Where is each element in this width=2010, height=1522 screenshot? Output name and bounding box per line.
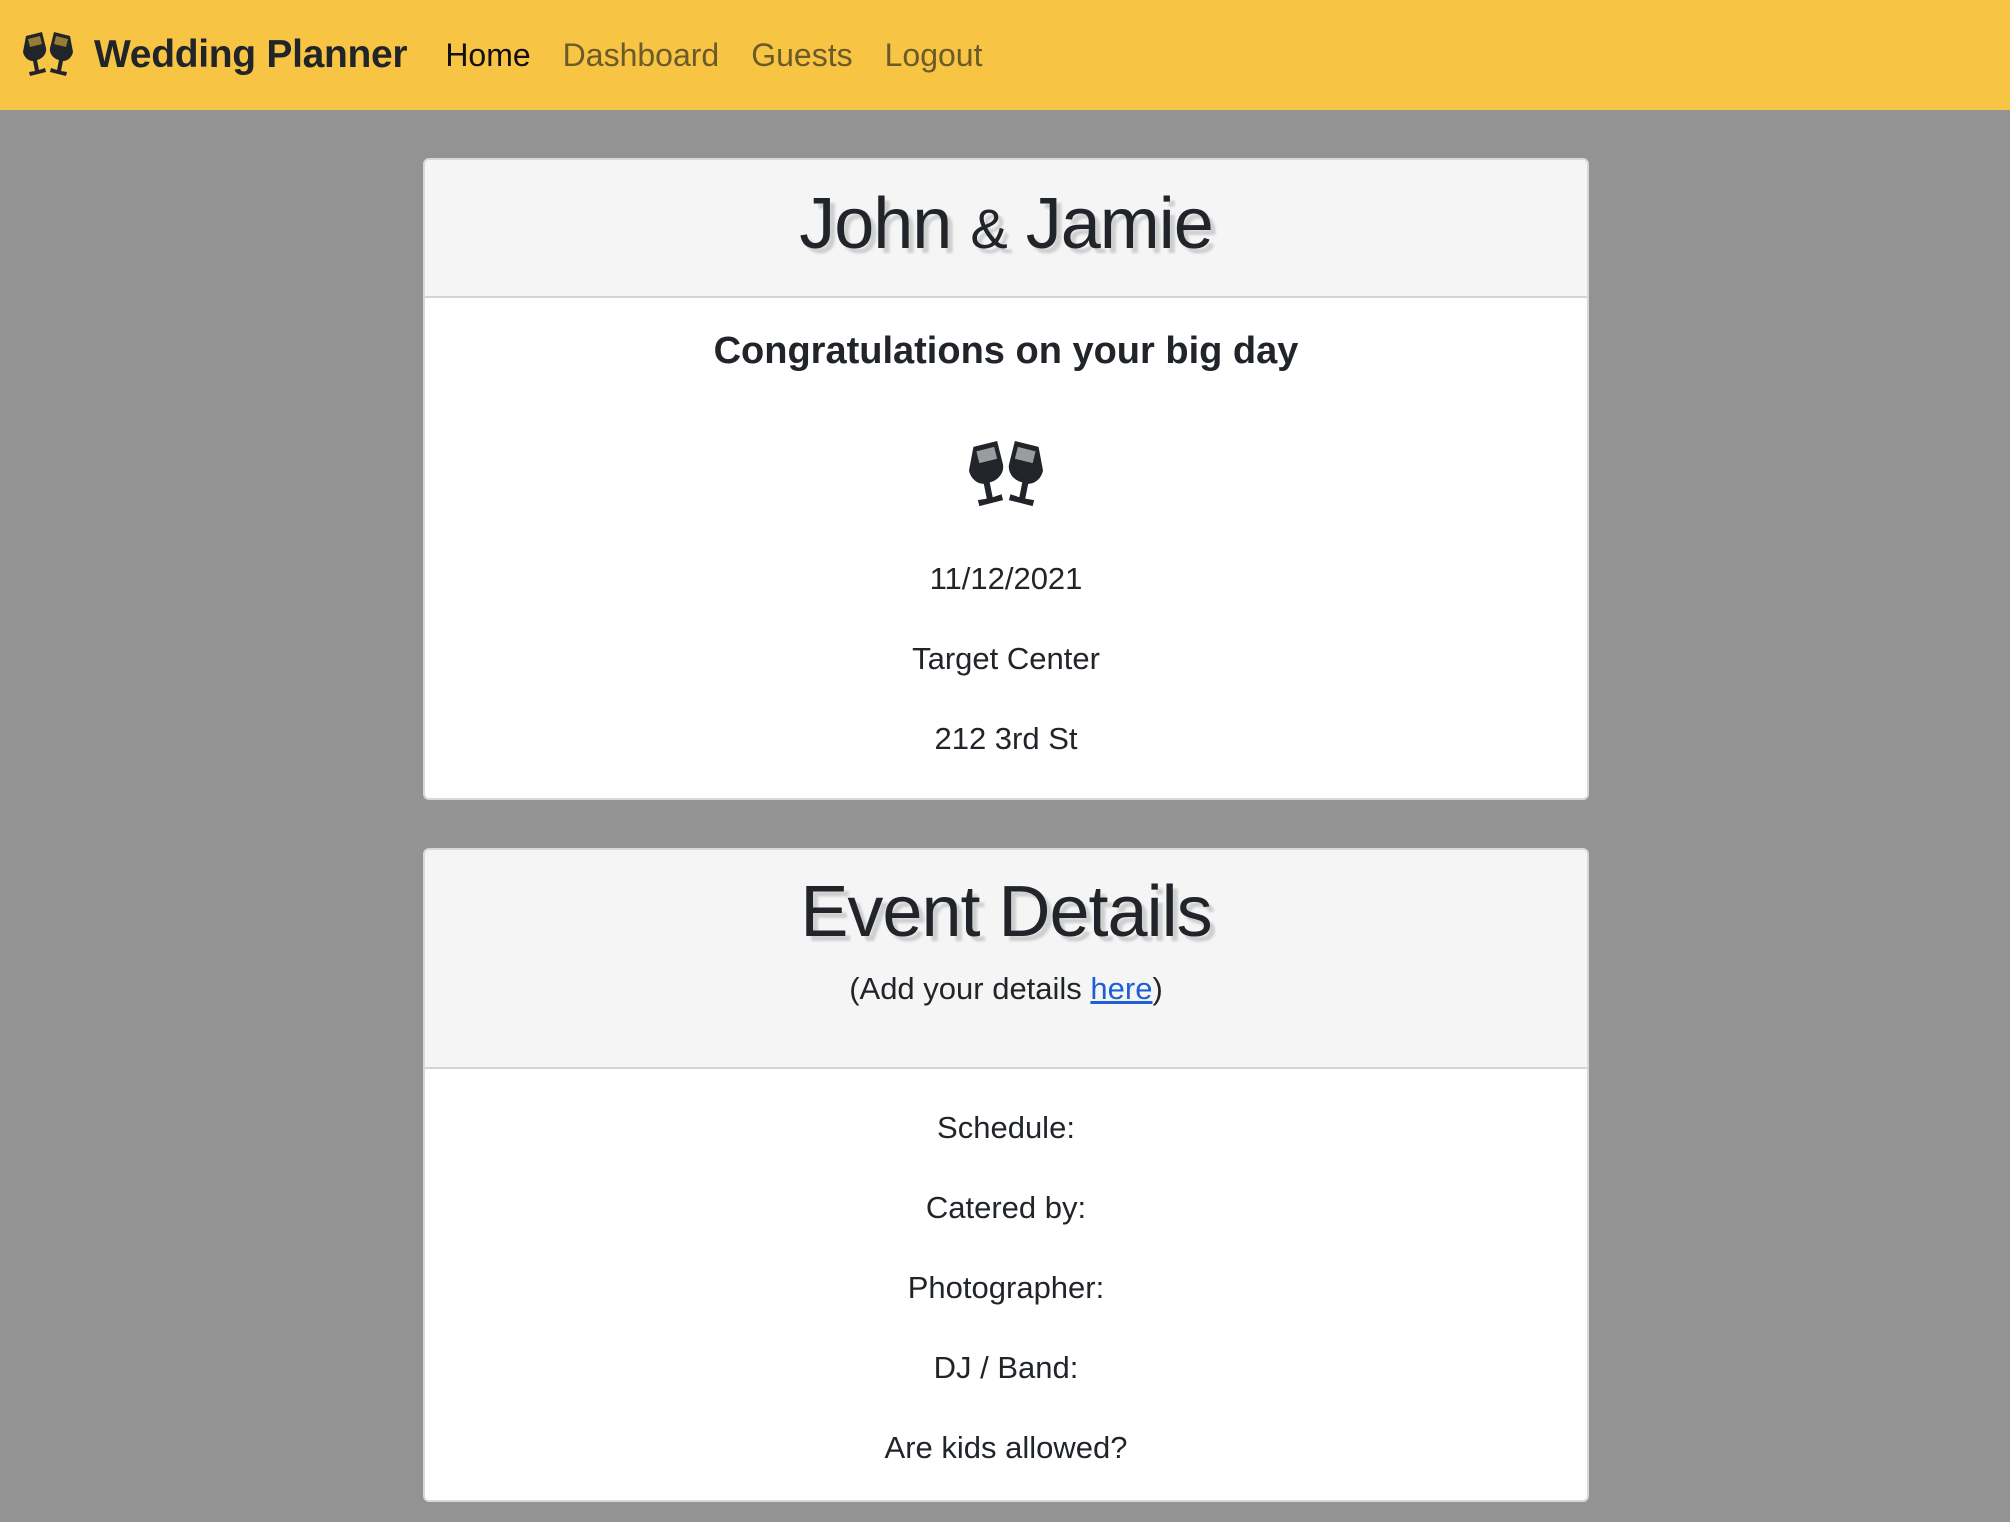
nav-home-link[interactable]: Home (445, 37, 530, 74)
partner-1-name: John (799, 184, 952, 264)
champagne-glasses-icon (969, 440, 1043, 507)
couple-names: John & Jamie (425, 188, 1587, 260)
greeting-text: Congratulations on your big day (713, 330, 1299, 372)
brand-title: Wedding Planner (94, 33, 408, 76)
couple-card: John & Jamie Congratulations on your big… (423, 158, 1589, 800)
add-details-prefix: (Add your details (849, 971, 1091, 1006)
dj-band-field: DJ / Band: (933, 1350, 1079, 1385)
partner-2-name: Jamie (1025, 184, 1214, 264)
caterer-field: Catered by: (925, 1190, 1087, 1225)
champagne-glasses-icon (23, 32, 73, 76)
brand-link[interactable]: Wedding Planner (20, 30, 408, 80)
nav-dashboard-link[interactable]: Dashboard (563, 37, 720, 74)
ampersand: & (970, 197, 1007, 260)
schedule-field: Schedule: (937, 1110, 1075, 1145)
event-details-header: Event Details (Add your details here) (425, 850, 1587, 1069)
nav-logout-link[interactable]: Logout (885, 37, 983, 74)
couple-card-header: John & Jamie (425, 160, 1587, 298)
add-details-suffix: ) (1152, 971, 1163, 1006)
venue-name: Target Center (912, 641, 1100, 676)
couple-card-body: Congratulations on your big day 11/12/20… (425, 298, 1587, 798)
add-details-link[interactable]: here (1090, 971, 1152, 1006)
add-details-text: (Add your details here) (425, 970, 1587, 1007)
nav-guests-link[interactable]: Guests (751, 37, 852, 74)
wedding-date: 11/12/2021 (929, 561, 1083, 596)
nav-menu: Home Dashboard Guests Logout (445, 37, 1014, 74)
kids-allowed-field: Are kids allowed? (884, 1430, 1128, 1465)
event-details-card: Event Details (Add your details here) Sc… (423, 848, 1589, 1502)
venue-address: 212 3rd St (934, 721, 1078, 756)
navbar: Wedding Planner Home Dashboard Guests Lo… (0, 0, 2010, 110)
event-details-title: Event Details (800, 872, 1212, 952)
photographer-field: Photographer: (907, 1270, 1105, 1305)
event-details-body: Schedule: Catered by: Photographer: DJ /… (425, 1069, 1587, 1500)
